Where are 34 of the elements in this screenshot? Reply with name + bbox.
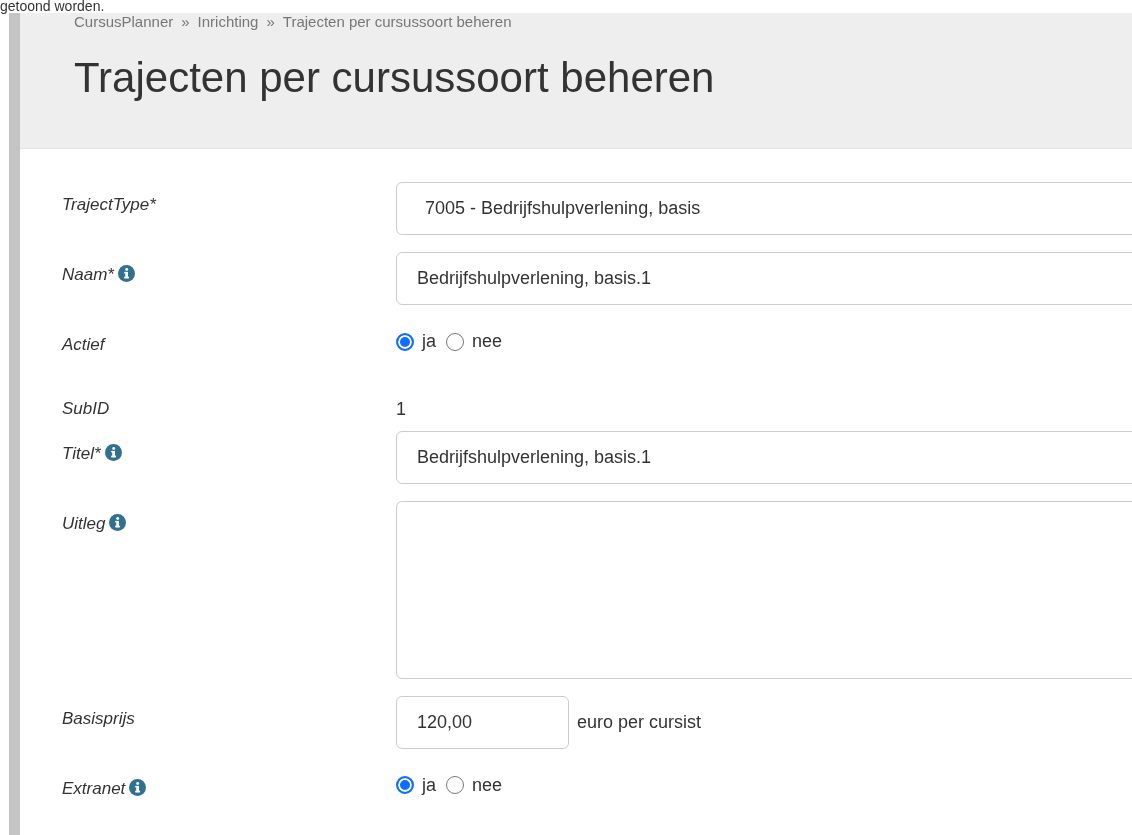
field-label: Naam*: [62, 265, 114, 284]
breadcrumb-separator: »: [266, 13, 275, 30]
radio-label: nee: [472, 773, 503, 797]
breadcrumb-current: Trajecten per cursussoort beheren: [282, 13, 512, 30]
field-label: Extranet: [62, 778, 126, 798]
breadcrumb-link[interactable]: CursusPlanner: [74, 13, 174, 30]
text-field[interactable]: Bedrijfshulpverlening, basis.1: [396, 430, 1132, 484]
field-label: Titel*: [62, 443, 101, 463]
radio-button[interactable]: [446, 332, 464, 351]
price-field[interactable]: 120,00: [396, 695, 569, 749]
info-icon[interactable]: [129, 778, 147, 796]
textarea-field[interactable]: [396, 500, 1132, 679]
field-label: Actief: [62, 335, 105, 354]
radio-label: ja: [422, 330, 436, 353]
field-label: Uitleg: [62, 513, 106, 533]
select-field[interactable]: 7005 - Bedrijfshulpverlening, basis: [396, 182, 1132, 235]
radio-button[interactable]: [446, 776, 464, 794]
price-suffix: euro per cursist: [577, 710, 702, 734]
text-field[interactable]: Bedrijfshulpverlening, basis.1: [396, 252, 1132, 305]
info-icon[interactable]: [117, 265, 135, 282]
field-value: 1: [396, 397, 407, 421]
info-icon[interactable]: [109, 513, 127, 531]
breadcrumb-separator: »: [181, 13, 190, 30]
info-icon[interactable]: [104, 443, 122, 461]
radio-button[interactable]: [396, 332, 414, 351]
radio-label: ja: [422, 773, 436, 797]
radio-button[interactable]: [396, 776, 414, 794]
intro-text: getoond worden.: [0, 0, 106, 13]
breadcrumb-link[interactable]: Inrichting: [197, 13, 259, 30]
field-label: SubID: [62, 398, 110, 418]
radio-label: nee: [472, 330, 503, 353]
field-label: TrajectType*: [62, 195, 156, 214]
field-label: Basisprijs: [62, 708, 135, 728]
page-title: Trajecten per cursussoort beheren: [74, 53, 716, 103]
